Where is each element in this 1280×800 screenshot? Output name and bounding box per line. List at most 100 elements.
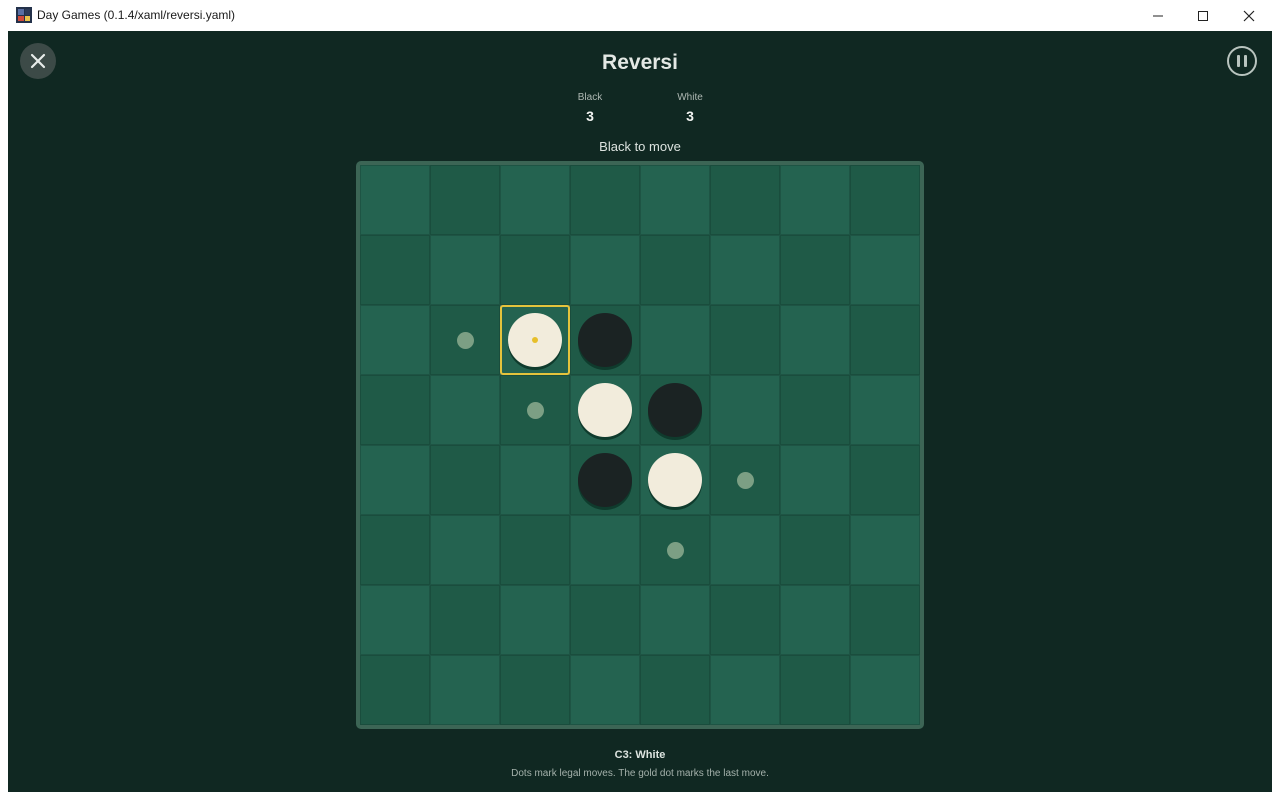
board-cell-d4[interactable] xyxy=(570,375,640,445)
board-cell-c5[interactable] xyxy=(500,445,570,515)
white-score: White 3 xyxy=(660,92,720,124)
board-cell-f1[interactable] xyxy=(710,165,780,235)
board-cell-b5[interactable] xyxy=(430,445,500,515)
board-cell-a3[interactable] xyxy=(360,305,430,375)
board-cell-h7[interactable] xyxy=(850,585,920,655)
board-cell-e4[interactable] xyxy=(640,375,710,445)
black-score-label: Black xyxy=(577,92,603,103)
board-cell-c7[interactable] xyxy=(500,585,570,655)
legal-move-dot xyxy=(736,471,754,489)
board-cell-b7[interactable] xyxy=(430,585,500,655)
board-cell-h2[interactable] xyxy=(850,235,920,305)
board-cell-e2[interactable] xyxy=(640,235,710,305)
white-score-value: 3 xyxy=(686,108,694,124)
board-cell-d3[interactable] xyxy=(570,305,640,375)
maximize-button[interactable] xyxy=(1180,0,1226,31)
black-disc xyxy=(578,313,632,367)
board-cell-h1[interactable] xyxy=(850,165,920,235)
help-text: Dots mark legal moves. The gold dot mark… xyxy=(511,768,769,779)
board-cell-c1[interactable] xyxy=(500,165,570,235)
black-score: Black 3 xyxy=(560,92,620,124)
board-cell-d6[interactable] xyxy=(570,515,640,585)
board-cell-d8[interactable] xyxy=(570,655,640,725)
black-disc xyxy=(578,453,632,507)
board-cell-b6[interactable] xyxy=(430,515,500,585)
board-cell-a8[interactable] xyxy=(360,655,430,725)
pause-icon xyxy=(1237,55,1240,67)
board-cell-f4[interactable] xyxy=(710,375,780,445)
title-bar: Day Games (0.1.4/xaml/reversi.yaml) xyxy=(0,0,1280,31)
board-cell-g4[interactable] xyxy=(780,375,850,445)
maximize-icon xyxy=(1198,10,1208,21)
board-cell-h4[interactable] xyxy=(850,375,920,445)
white-disc xyxy=(578,383,632,437)
white-disc xyxy=(648,453,702,507)
board-cell-c8[interactable] xyxy=(500,655,570,725)
game-window: Reversi Black 3 White 3 Black to move C3… xyxy=(8,31,1272,792)
board-cell-g2[interactable] xyxy=(780,235,850,305)
board-cell-g8[interactable] xyxy=(780,655,850,725)
turn-status: Black to move xyxy=(599,139,681,154)
board-cell-a2[interactable] xyxy=(360,235,430,305)
last-move-marker xyxy=(532,337,538,343)
last-move-caption: C3: White xyxy=(614,749,666,761)
board-cell-f7[interactable] xyxy=(710,585,780,655)
board-cell-a5[interactable] xyxy=(360,445,430,515)
close-icon xyxy=(1243,10,1255,21)
board-cell-e7[interactable] xyxy=(640,585,710,655)
pause-button[interactable] xyxy=(1227,46,1257,76)
board-cell-g3[interactable] xyxy=(780,305,850,375)
board-cell-f2[interactable] xyxy=(710,235,780,305)
legal-move-dot xyxy=(666,541,684,559)
board-cell-e1[interactable] xyxy=(640,165,710,235)
board-cell-d1[interactable] xyxy=(570,165,640,235)
board-cell-e6[interactable] xyxy=(640,515,710,585)
board-cell-b8[interactable] xyxy=(430,655,500,725)
board-cell-g6[interactable] xyxy=(780,515,850,585)
board-cell-b2[interactable] xyxy=(430,235,500,305)
white-disc xyxy=(508,313,562,367)
board-cell-a1[interactable] xyxy=(360,165,430,235)
app-icon xyxy=(16,7,32,23)
board-grid xyxy=(360,165,920,725)
board-cell-d7[interactable] xyxy=(570,585,640,655)
board-cell-d5[interactable] xyxy=(570,445,640,515)
board-cell-h5[interactable] xyxy=(850,445,920,515)
board-cell-c2[interactable] xyxy=(500,235,570,305)
board-cell-b3[interactable] xyxy=(430,305,500,375)
black-disc xyxy=(648,383,702,437)
legal-move-dot xyxy=(456,331,474,349)
game-title: Reversi xyxy=(602,51,678,74)
black-score-value: 3 xyxy=(586,108,594,124)
board-cell-c6[interactable] xyxy=(500,515,570,585)
board-cell-f6[interactable] xyxy=(710,515,780,585)
board-cell-b4[interactable] xyxy=(430,375,500,445)
board-cell-c4[interactable] xyxy=(500,375,570,445)
board-cell-e5[interactable] xyxy=(640,445,710,515)
board-cell-a4[interactable] xyxy=(360,375,430,445)
board-cell-f3[interactable] xyxy=(710,305,780,375)
white-score-label: White xyxy=(677,92,703,103)
board-cell-b1[interactable] xyxy=(430,165,500,235)
board-cell-d2[interactable] xyxy=(570,235,640,305)
board-cell-e8[interactable] xyxy=(640,655,710,725)
board-cell-e3[interactable] xyxy=(640,305,710,375)
board-cell-f8[interactable] xyxy=(710,655,780,725)
board-cell-c3[interactable] xyxy=(500,305,570,375)
board-cell-a6[interactable] xyxy=(360,515,430,585)
board-cell-g7[interactable] xyxy=(780,585,850,655)
game-board xyxy=(356,161,924,729)
minimize-icon xyxy=(1153,15,1163,16)
pause-icon-bar xyxy=(1244,55,1247,67)
legal-move-dot xyxy=(526,401,544,419)
minimize-button[interactable] xyxy=(1135,0,1181,31)
board-cell-g5[interactable] xyxy=(780,445,850,515)
board-cell-h3[interactable] xyxy=(850,305,920,375)
board-cell-a7[interactable] xyxy=(360,585,430,655)
window-close-button[interactable] xyxy=(1226,0,1272,31)
board-cell-f5[interactable] xyxy=(710,445,780,515)
window-title: Day Games (0.1.4/xaml/reversi.yaml) xyxy=(37,8,236,22)
board-cell-g1[interactable] xyxy=(780,165,850,235)
board-cell-h8[interactable] xyxy=(850,655,920,725)
board-cell-h6[interactable] xyxy=(850,515,920,585)
